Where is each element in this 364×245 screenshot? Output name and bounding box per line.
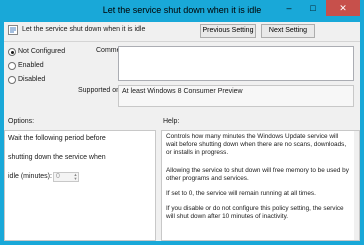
spin-arrows-icon[interactable]: ▲ ▼ [73, 173, 78, 181]
supported-on-label: Supported on: [78, 87, 122, 94]
close-button[interactable]: ✕ [326, 0, 360, 16]
policy-setting-icon [8, 25, 18, 35]
not-configured-label[interactable]: Not Configured [18, 48, 65, 55]
previous-setting-button[interactable]: Previous Setting [200, 24, 256, 38]
options-heading: Options: [8, 118, 35, 125]
minimize-button[interactable]: – [278, 0, 300, 16]
setting-name: Let the service shut down when it is idl… [22, 26, 146, 33]
maximize-button[interactable]: □ [302, 0, 324, 16]
not-configured-radio[interactable] [8, 48, 16, 56]
idle-minutes-value: 0 [56, 173, 60, 180]
options-line-3: idle (minutes): [8, 173, 52, 180]
next-setting-button[interactable]: Next Setting [261, 24, 315, 38]
policy-dialog-window: Let the service shut down when it is idl… [0, 0, 364, 245]
help-scrollbar[interactable] [354, 131, 359, 240]
disabled-radio[interactable] [8, 76, 16, 84]
help-paragraph-2: Allowing the service to shut down will f… [166, 167, 349, 182]
help-panel: Controls how many minutes the Windows Up… [161, 130, 360, 241]
options-panel: Wait the following period before shuttin… [4, 130, 156, 241]
header-divider [4, 41, 360, 42]
options-line-1: Wait the following period before [8, 135, 106, 142]
disabled-label[interactable]: Disabled [18, 76, 45, 83]
options-line-2: shutting down the service when [8, 154, 106, 161]
title-bar[interactable]: Let the service shut down when it is idl… [0, 0, 364, 22]
help-paragraph-3: If set to 0, the service will remain run… [166, 190, 316, 197]
supported-on-value: At least Windows 8 Consumer Preview [118, 85, 354, 107]
dialog-content: Let the service shut down when it is idl… [4, 22, 360, 241]
enabled-label[interactable]: Enabled [18, 62, 44, 69]
comment-field[interactable] [118, 46, 354, 81]
help-heading: Help: [163, 118, 180, 125]
help-paragraph-4: If you disable or do not configure this … [166, 205, 344, 220]
enabled-radio[interactable] [8, 62, 16, 70]
idle-minutes-spinbox[interactable]: 0 ▲ ▼ [53, 172, 79, 182]
help-paragraph-1: Controls how many minutes the Windows Up… [166, 133, 347, 156]
